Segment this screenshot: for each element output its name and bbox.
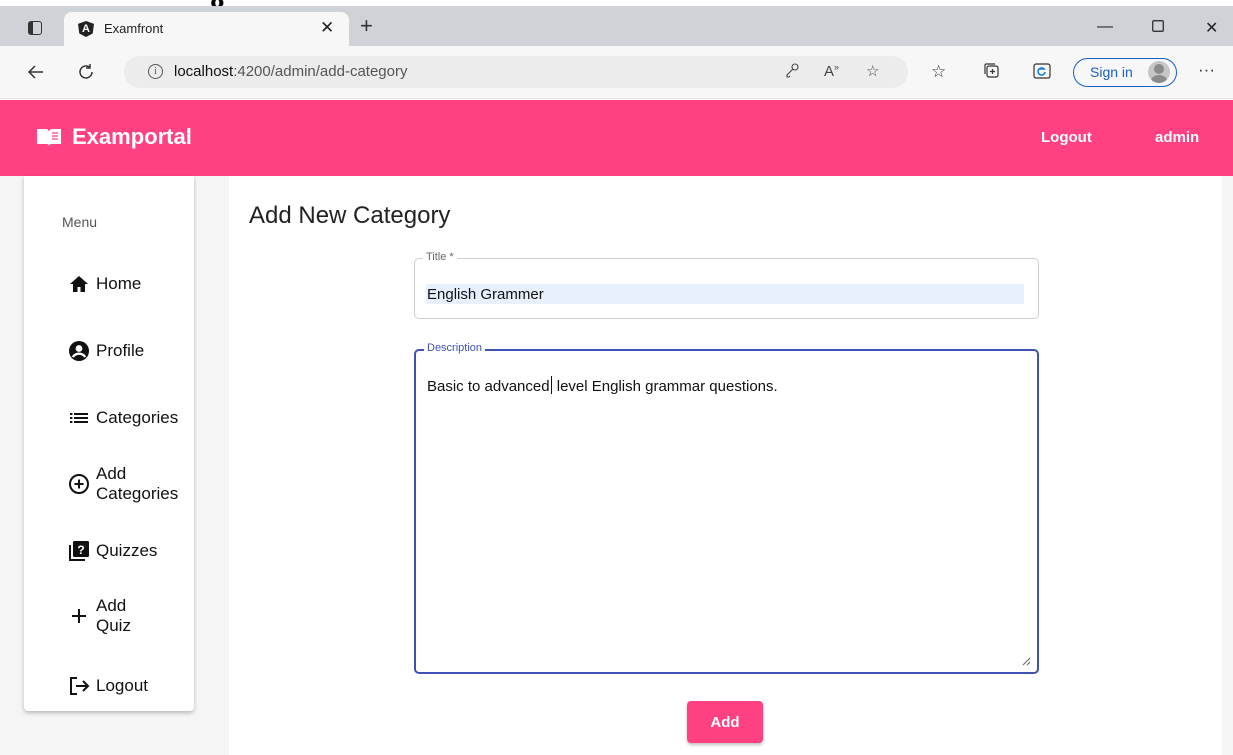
sidebar-item-logout[interactable]: Logout (68, 675, 148, 697)
sign-in-label: Sign in (1090, 64, 1133, 80)
resize-grip-icon[interactable] (1022, 657, 1031, 666)
add-favorite-icon[interactable]: ☆ (866, 62, 879, 80)
sidebar-item-categories[interactable]: Categories (68, 407, 178, 429)
title-field-label: Title * (423, 251, 457, 263)
app-brand[interactable]: Examportal (72, 124, 192, 150)
content-area: Menu Home Profile Categories Add Categor… (0, 176, 1233, 755)
plus-icon (68, 605, 90, 627)
close-tab-icon[interactable]: ✕ (320, 18, 334, 38)
sidebar-item-label: Quiz (96, 616, 131, 635)
sidebar-item-label: Add (96, 464, 127, 483)
sidebar-item-quizzes[interactable]: ? Quizzes (68, 540, 157, 562)
angular-logo-icon: A (78, 21, 94, 37)
maximize-icon[interactable] (1152, 19, 1164, 37)
browser-toolbar: i localhost:4200/admin/add-category A» ☆… (0, 46, 1233, 99)
sidebar-item-label: Add (96, 596, 127, 615)
home-icon (68, 273, 90, 295)
sidebar-item-home[interactable]: Home (68, 273, 141, 295)
tab-examfront[interactable]: A Examfront ✕ (64, 12, 349, 46)
logout-icon (68, 675, 90, 697)
sidebar-item-label: Profile (96, 341, 145, 360)
book-icon (37, 129, 61, 146)
title-field[interactable]: Title * (414, 251, 1039, 319)
minimize-icon[interactable]: — (1097, 18, 1113, 36)
page-title: Add New Category (249, 202, 451, 229)
add-circle-icon (68, 473, 90, 495)
sidebar-item-label: Quizzes (96, 541, 158, 560)
site-info-icon[interactable]: i (148, 64, 163, 79)
list-icon (68, 407, 90, 429)
sign-in-button[interactable]: Sign in (1073, 58, 1177, 87)
sidebar-item-label: Home (96, 274, 142, 293)
add-button[interactable]: Add (687, 701, 763, 743)
read-aloud-icon[interactable]: A» (824, 62, 839, 80)
tab-title: Examfront (104, 21, 164, 36)
sidebar-item-label: Categories (96, 408, 179, 427)
refresh-icon[interactable] (76, 62, 96, 86)
sidebar-item-label: Categories (96, 484, 179, 503)
sidebar-item-add-categories[interactable]: Add Categories (68, 464, 178, 504)
title-input[interactable] (426, 284, 1024, 304)
collections-icon[interactable] (983, 62, 1001, 85)
more-icon[interactable]: ··· (1198, 60, 1215, 80)
description-textarea[interactable]: Basic to advanced level English grammar … (427, 376, 778, 395)
page: g A Examfront ✕ + — ✕ i localhost:4200/a… (0, 0, 1233, 755)
browser-tab-strip: A Examfront ✕ + — ✕ (0, 6, 1233, 46)
sidebar-item-profile[interactable]: Profile (68, 340, 144, 362)
password-key-icon[interactable] (784, 62, 800, 82)
tab-actions-icon[interactable] (28, 21, 42, 35)
close-window-icon[interactable]: ✕ (1205, 18, 1218, 38)
description-field-label: Description (424, 342, 486, 354)
back-icon[interactable] (26, 62, 46, 86)
description-text-after-caret: level English grammar questions. (552, 378, 778, 395)
sidebar-item-label-stack: Add Categories (96, 464, 178, 504)
favorites-icon[interactable]: ☆ (931, 62, 946, 82)
sidebar-item-label: Logout (96, 676, 148, 695)
address-bar[interactable]: i localhost:4200/admin/add-category A» ☆ (124, 56, 908, 88)
main-panel: Add New Category Title * Description Bas… (229, 176, 1222, 755)
sidebar-item-add-quiz[interactable]: Add Quiz (68, 596, 131, 636)
edge-bar-icon[interactable] (1033, 62, 1051, 85)
description-field[interactable]: Description Basic to advanced level Engl… (414, 342, 1039, 674)
sidebar-item-label-stack: Add Quiz (96, 596, 131, 636)
header-logout-link[interactable]: Logout (1041, 129, 1092, 146)
description-text-before-caret: Basic to advanced (427, 378, 550, 395)
app-header: Examportal Logout admin (0, 100, 1233, 176)
quiz-icon: ? (68, 540, 90, 562)
new-tab-icon[interactable]: + (360, 15, 373, 37)
svg-text:?: ? (77, 543, 84, 557)
text-caret (550, 376, 552, 394)
sidebar-title: Menu (62, 214, 98, 230)
avatar (1148, 61, 1170, 83)
account-circle-icon (68, 340, 90, 362)
header-user-link[interactable]: admin (1155, 129, 1199, 146)
sidebar: Menu Home Profile Categories Add Categor… (24, 176, 194, 711)
url-text[interactable]: localhost:4200/admin/add-category (174, 63, 407, 80)
